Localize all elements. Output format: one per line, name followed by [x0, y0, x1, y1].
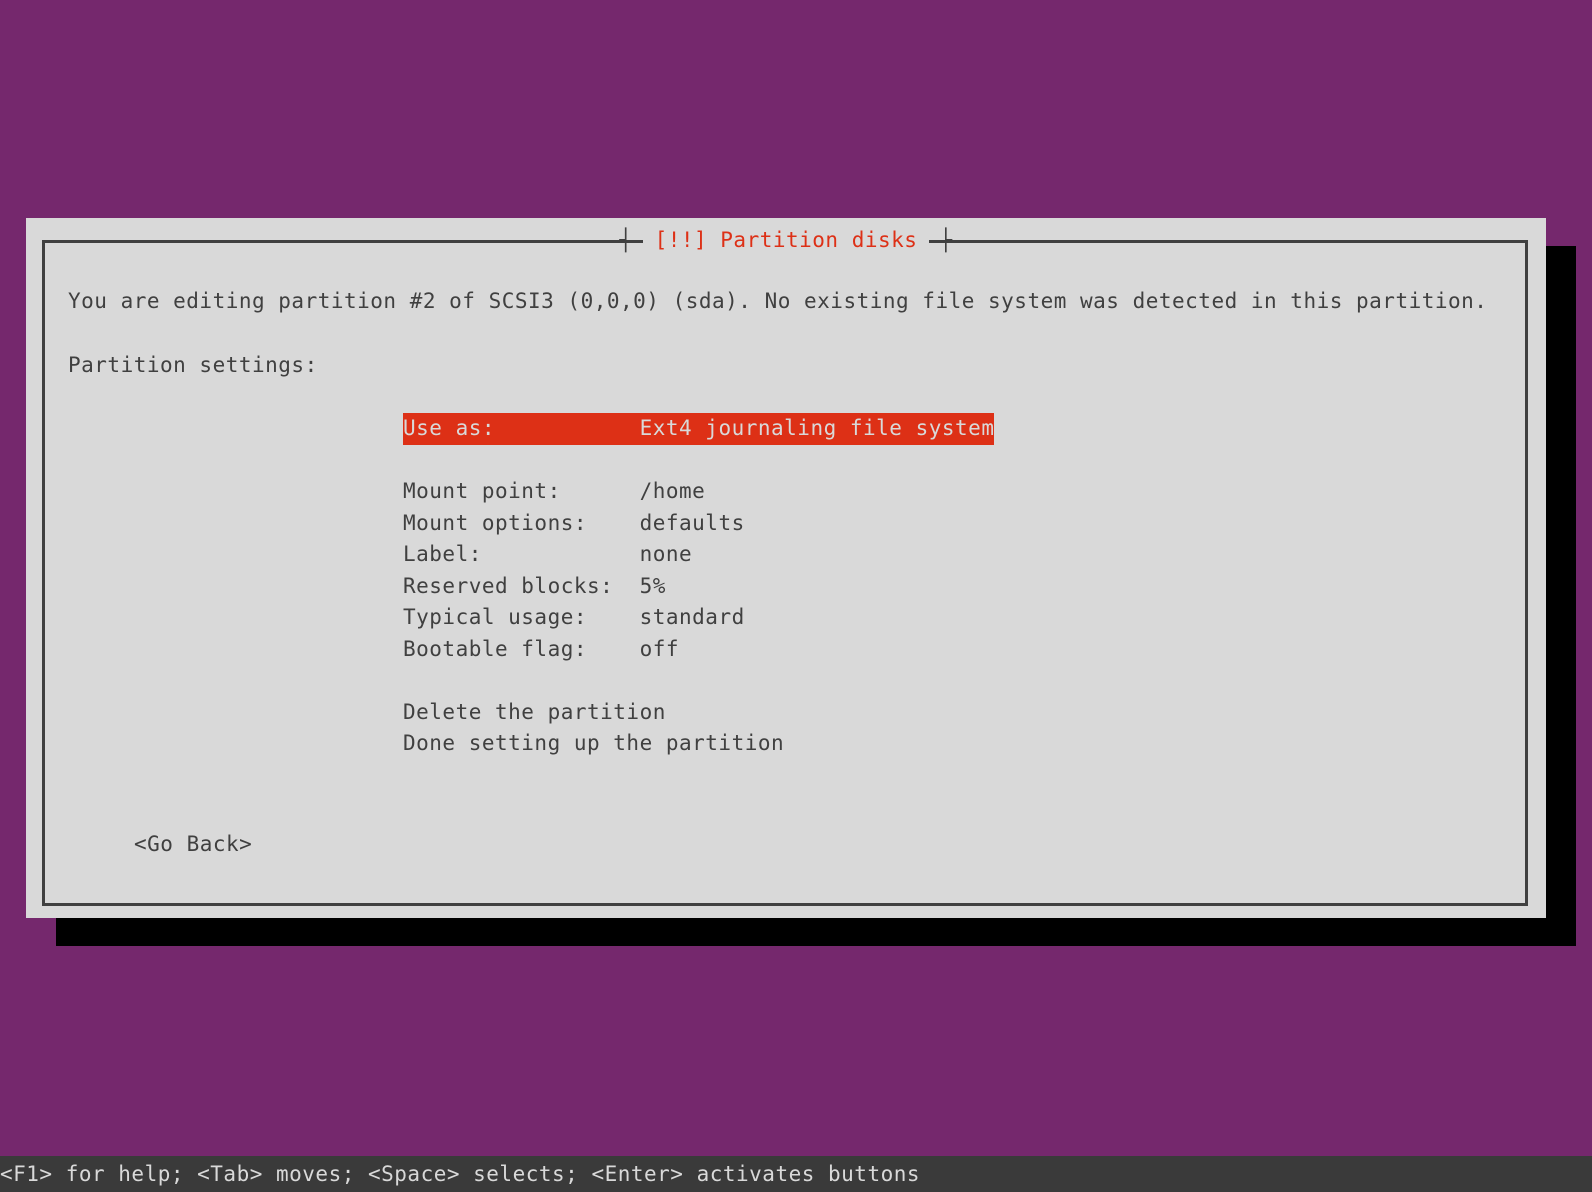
partition-dialog: ┤[!!] Partition disks├ You are editing p… — [26, 218, 1546, 918]
setting-mount-point[interactable]: Mount point: /home — [403, 476, 1506, 508]
setting-reserved-blocks[interactable]: Reserved blocks: 5% — [403, 571, 1506, 603]
dialog-content: You are editing partition #2 of SCSI3 (0… — [68, 286, 1506, 760]
setting-use-as[interactable]: Use as: Ext4 journaling file system — [403, 413, 1506, 445]
title-bracket-right: ├ — [929, 228, 962, 252]
help-footer: <F1> for help; <Tab> moves; <Space> sele… — [0, 1156, 1592, 1192]
action-done-partition[interactable]: Done setting up the partition — [403, 728, 1506, 760]
dialog-box: ┤[!!] Partition disks├ You are editing p… — [26, 218, 1546, 918]
settings-block: Use as: Ext4 journaling file system Moun… — [403, 413, 1506, 760]
title-bracket-left: ┤ — [609, 228, 642, 252]
dialog-description: You are editing partition #2 of SCSI3 (0… — [68, 286, 1506, 318]
go-back-button[interactable]: <Go Back> — [134, 832, 252, 856]
dialog-title-wrap: ┤[!!] Partition disks├ — [26, 228, 1546, 252]
setting-bootable-flag[interactable]: Bootable flag: off — [403, 634, 1506, 666]
setting-typical-usage[interactable]: Typical usage: standard — [403, 602, 1506, 634]
setting-mount-options[interactable]: Mount options: defaults — [403, 508, 1506, 540]
action-delete-partition[interactable]: Delete the partition — [403, 697, 1506, 729]
dialog-subtitle: Partition settings: — [68, 350, 1506, 382]
setting-label[interactable]: Label: none — [403, 539, 1506, 571]
dialog-title: [!!] Partition disks — [643, 228, 930, 252]
